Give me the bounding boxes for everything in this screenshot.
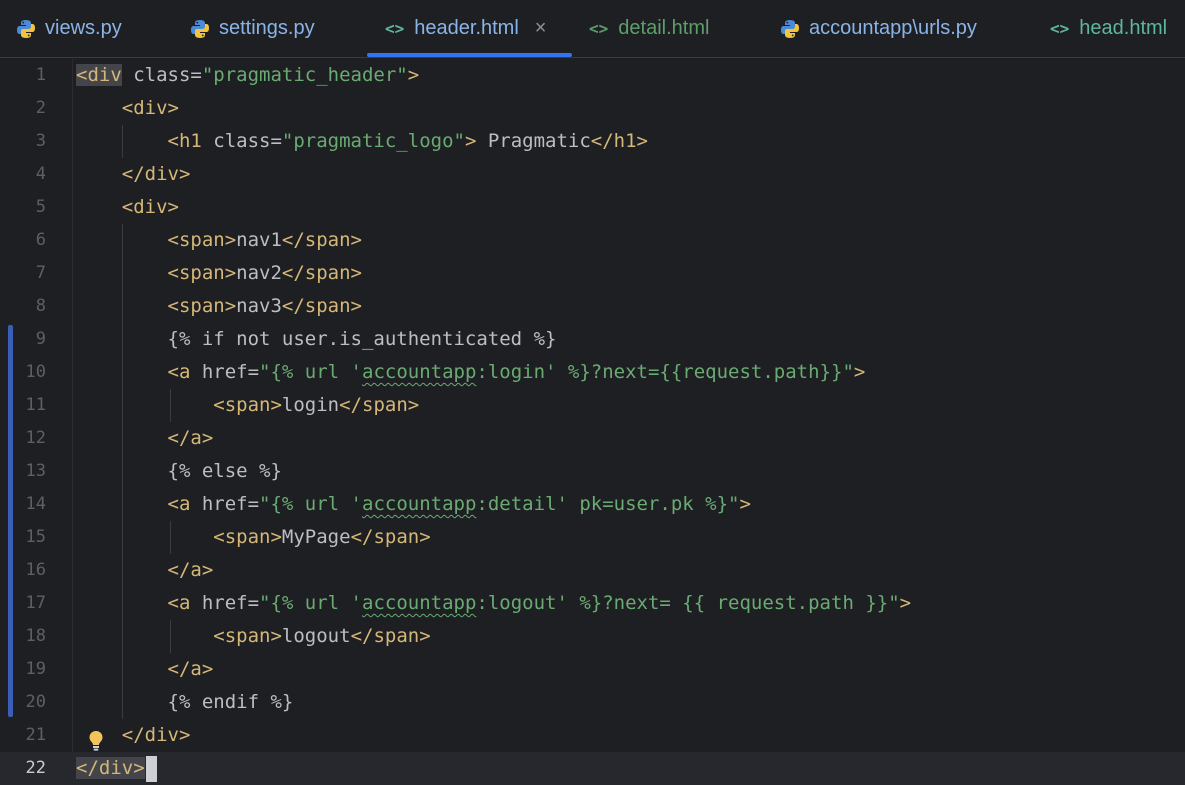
code-text: <span>nav3</span> bbox=[167, 295, 362, 317]
line-number: 14 bbox=[25, 494, 46, 514]
code-line: 7 <span>nav2</span> bbox=[0, 257, 1185, 290]
code-text: {% endif %} bbox=[167, 691, 294, 713]
code-line: 8 <span>nav3</span> bbox=[0, 290, 1185, 323]
code-line: 5 <div> bbox=[0, 191, 1185, 224]
line-number: 8 bbox=[35, 296, 46, 316]
code-line: 20 {% endif %} bbox=[0, 686, 1185, 719]
code-text: <div class="pragmatic_header"> bbox=[76, 64, 420, 86]
code-line: 4 </div> bbox=[0, 158, 1185, 191]
python-icon bbox=[17, 19, 35, 38]
code-line: 10 <a href="{% url 'accountapp:login' %}… bbox=[0, 356, 1185, 389]
code-line: 11 <span>login</span> bbox=[0, 389, 1185, 422]
tab-label: views.py bbox=[45, 17, 122, 39]
code-text: </div> bbox=[121, 163, 191, 185]
line-number: 4 bbox=[35, 164, 46, 184]
code-line: 18 <span>logout</span> bbox=[0, 620, 1185, 653]
code-text: </div> bbox=[76, 752, 157, 785]
code-text: </a> bbox=[167, 427, 214, 449]
code-text: <h1 class="pragmatic_logo"> Pragmatic</h… bbox=[167, 130, 648, 152]
code-line: 19 </a> bbox=[0, 653, 1185, 686]
code-text: <div> bbox=[121, 196, 179, 218]
code-line: 14 <a href="{% url 'accountapp:detail' p… bbox=[0, 488, 1185, 521]
code-line: 13 {% else %} bbox=[0, 455, 1185, 488]
code-line: 6 <span>nav1</span> bbox=[0, 224, 1185, 257]
line-number: 11 bbox=[25, 395, 46, 415]
code-text: <div> bbox=[121, 97, 179, 119]
code-line-current: 22 </div> bbox=[0, 752, 1185, 785]
code-editor[interactable]: 1 <div class="pragmatic_header"> 2 <div>… bbox=[0, 59, 1185, 785]
code-text: <span>login</span> bbox=[213, 394, 420, 416]
line-number: 1 bbox=[35, 65, 46, 85]
tab-header-html[interactable]: <> header.html × bbox=[385, 0, 546, 57]
code-text: </a> bbox=[167, 658, 214, 680]
code-line: 17 <a href="{% url 'accountapp:logout' %… bbox=[0, 587, 1185, 620]
html-icon: <> bbox=[589, 19, 609, 38]
lightbulb-icon[interactable] bbox=[88, 730, 104, 752]
tab-settings-py[interactable]: settings.py bbox=[190, 0, 315, 57]
code-text: {% if not user.is_authenticated %} bbox=[167, 328, 557, 350]
line-number: 18 bbox=[25, 626, 46, 646]
code-text: <a href="{% url 'accountapp:logout' %}?n… bbox=[167, 592, 912, 614]
line-number: 7 bbox=[35, 263, 46, 283]
line-number: 22 bbox=[25, 758, 46, 778]
code-line: 9 {% if not user.is_authenticated %} bbox=[0, 323, 1185, 356]
line-number: 21 bbox=[25, 725, 46, 745]
line-number: 6 bbox=[35, 230, 46, 250]
python-icon bbox=[191, 19, 209, 38]
active-tab-indicator bbox=[367, 53, 572, 57]
code-line: 3 <h1 class="pragmatic_logo"> Pragmatic<… bbox=[0, 125, 1185, 158]
tab-detail-html[interactable]: <> detail.html bbox=[589, 0, 709, 57]
tab-label: accountapp\urls.py bbox=[809, 17, 977, 39]
line-number: 9 bbox=[35, 329, 46, 349]
code-line: 12 </a> bbox=[0, 422, 1185, 455]
code-text: </a> bbox=[167, 559, 214, 581]
line-number: 2 bbox=[35, 98, 46, 118]
tab-accountapp-urls-py[interactable]: accountapp\urls.py bbox=[780, 0, 977, 57]
code-line: 1 <div class="pragmatic_header"> bbox=[0, 59, 1185, 92]
tab-views-py[interactable]: views.py bbox=[16, 0, 122, 57]
line-number: 13 bbox=[25, 461, 46, 481]
html-icon: <> bbox=[1050, 19, 1070, 38]
line-number: 10 bbox=[25, 362, 46, 382]
line-number: 17 bbox=[25, 593, 46, 613]
line-number: 3 bbox=[35, 131, 46, 151]
editor-tab-bar: views.py settings.py <> header.html × <>… bbox=[0, 0, 1185, 58]
tab-label: head.html bbox=[1079, 17, 1168, 39]
code-text: {% else %} bbox=[167, 460, 282, 482]
line-number: 15 bbox=[25, 527, 46, 547]
code-line: 15 <span>MyPage</span> bbox=[0, 521, 1185, 554]
line-number: 19 bbox=[25, 659, 46, 679]
text-caret bbox=[145, 755, 157, 782]
line-number: 20 bbox=[25, 692, 46, 712]
code-line: 16 </a> bbox=[0, 554, 1185, 587]
code-text: <span>nav2</span> bbox=[167, 262, 362, 284]
code-text: <a href="{% url 'accountapp:detail' pk=u… bbox=[167, 493, 751, 515]
close-icon[interactable]: × bbox=[535, 17, 547, 40]
line-number: 16 bbox=[25, 560, 46, 580]
code-text: <span>logout</span> bbox=[213, 625, 431, 647]
tab-label: settings.py bbox=[219, 17, 315, 39]
html-icon: <> bbox=[385, 19, 405, 38]
code-line: 21 </div> bbox=[0, 719, 1185, 752]
code-text: <a href="{% url 'accountapp:login' %}?ne… bbox=[167, 361, 866, 383]
code-text: <span>MyPage</span> bbox=[213, 526, 431, 548]
tab-label: header.html bbox=[414, 17, 519, 39]
code-line: 2 <div> bbox=[0, 92, 1185, 125]
line-number: 12 bbox=[25, 428, 46, 448]
line-number: 5 bbox=[35, 197, 46, 217]
tab-head-html[interactable]: <> head.html bbox=[1050, 0, 1167, 57]
python-icon bbox=[781, 19, 799, 38]
code-text: <span>nav1</span> bbox=[167, 229, 362, 251]
tab-label: detail.html bbox=[618, 17, 710, 39]
